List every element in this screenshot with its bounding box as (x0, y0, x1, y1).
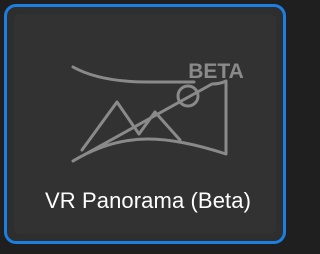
vr-panorama-icon: BETA (71, 60, 244, 163)
beta-badge: BETA (188, 60, 244, 83)
tile-label: VR Panorama (Beta) (45, 188, 251, 213)
